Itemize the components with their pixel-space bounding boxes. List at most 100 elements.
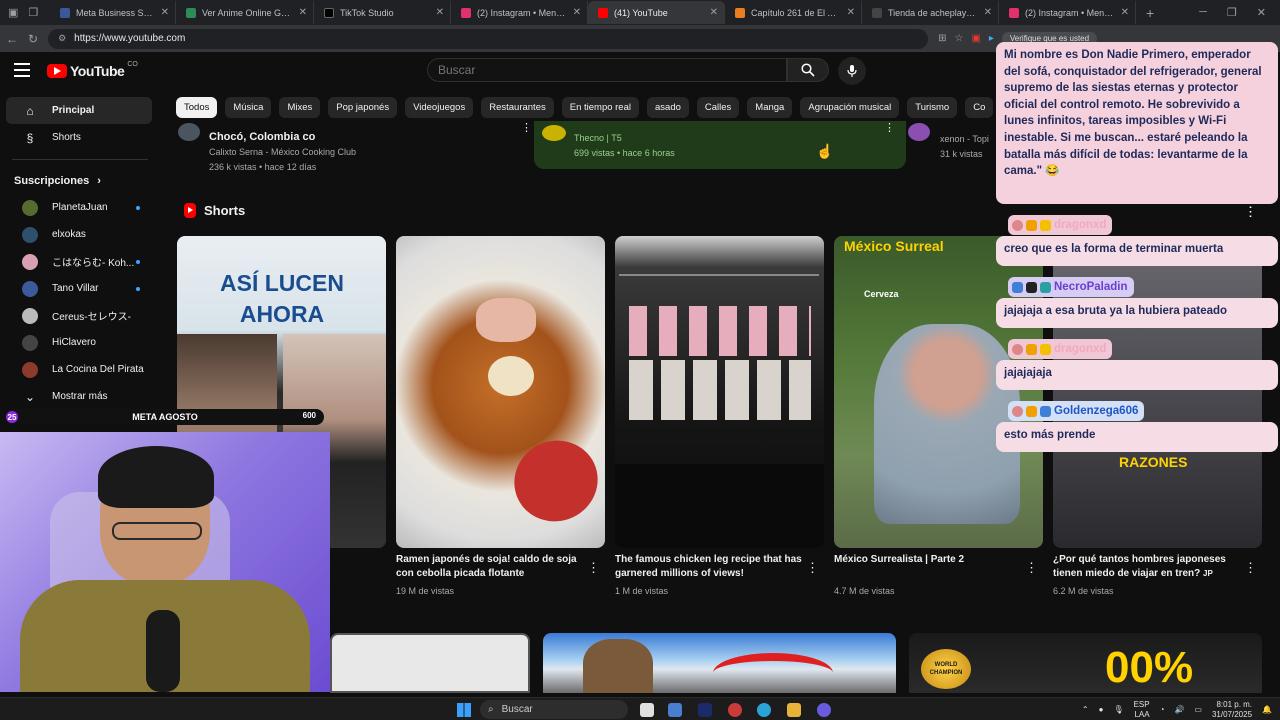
tab-7[interactable]: (2) Instagram • Mensajes ✕ xyxy=(999,1,1136,24)
video-thumbnail[interactable] xyxy=(543,633,896,693)
youtube-logo[interactable]: YouTube CO xyxy=(47,61,138,79)
app-icon[interactable] xyxy=(668,703,682,717)
short-title[interactable]: Ramen japonés de soja! caldo de soja con… xyxy=(396,553,586,581)
tab-3[interactable]: (2) Instagram • Mensajes ✕ xyxy=(451,1,588,24)
app-tray-icon[interactable]: ● xyxy=(1099,705,1104,714)
chip[interactable]: Calles xyxy=(696,97,740,118)
more-icon[interactable]: ⋮ xyxy=(1244,204,1257,220)
close-icon[interactable]: ✕ xyxy=(573,7,581,18)
short-title[interactable]: México Surrealista | Parte 2 xyxy=(834,553,1024,567)
close-icon[interactable]: ✕ xyxy=(299,7,307,18)
badge-icon xyxy=(1040,405,1051,417)
chip[interactable]: En tiempo real xyxy=(561,97,639,118)
close-icon[interactable]: ✕ xyxy=(161,7,169,18)
url-field[interactable]: ⚙ https://www.youtube.com xyxy=(48,28,929,49)
video-thumbnail[interactable] xyxy=(330,633,530,693)
more-icon[interactable]: ⋮ xyxy=(1244,560,1257,576)
photoshop-icon[interactable] xyxy=(698,703,712,717)
short-title[interactable]: ¿Por qué tantos hombres japoneses tienen… xyxy=(1053,553,1243,581)
more-icon[interactable]: ⋮ xyxy=(1025,560,1038,576)
video-meta[interactable]: xenon - Topi 31 k vistas xyxy=(940,132,989,162)
chip[interactable]: Música xyxy=(225,97,272,118)
battery-icon[interactable]: ▭ xyxy=(1194,705,1202,714)
sidebar-item-subscription[interactable]: Cereus-セレウス- xyxy=(6,302,152,329)
close-icon[interactable]: ✕ xyxy=(710,7,718,18)
back-icon[interactable]: ← xyxy=(6,32,18,46)
more-icon[interactable]: ⋮ xyxy=(521,121,532,134)
microphone xyxy=(146,610,180,692)
maximize-icon[interactable]: ❐ xyxy=(1227,6,1237,19)
chip[interactable]: Co xyxy=(965,97,994,118)
sidebar-item-shorts[interactable]: § Shorts xyxy=(6,124,152,151)
sidebar-item-subscription[interactable]: Tano Villar xyxy=(6,275,152,302)
taskbar-search[interactable]: ⌕ Buscar xyxy=(480,700,628,719)
install-icon[interactable]: ⊞ xyxy=(938,33,946,44)
short-title[interactable]: The famous chicken leg recipe that has g… xyxy=(615,553,805,581)
site-info-icon[interactable]: ⚙ xyxy=(58,33,66,44)
profile-icon[interactable]: ▣ xyxy=(8,6,18,19)
short-card[interactable] xyxy=(615,236,824,548)
sidebar-item-subscription[interactable]: La Cocina Del Pirata xyxy=(6,356,152,383)
highlighted-video[interactable]: Thecno | T5 699 vistas • hace 6 horas ⋮ … xyxy=(534,121,906,169)
video-thumbnail[interactable]: WORLD CHAMPION 00% xyxy=(909,633,1262,693)
chip[interactable]: asado xyxy=(647,97,689,118)
close-icon[interactable]: ✕ xyxy=(984,7,992,18)
wifi-icon[interactable]: ◔ xyxy=(1160,705,1165,714)
show-more-button[interactable]: ⌄ Mostrar más xyxy=(6,383,152,410)
video-meta[interactable]: Chocó, Colombia co Calixto Serna - Méxic… xyxy=(209,130,356,175)
language-indicator[interactable]: ESP LAA xyxy=(1134,700,1150,720)
notifications-icon[interactable]: 🔔 xyxy=(1262,705,1272,714)
menu-icon[interactable] xyxy=(14,63,30,77)
sidebar-item-subscription[interactable]: elxokas xyxy=(6,221,152,248)
search-button[interactable] xyxy=(787,58,829,82)
chip[interactable]: Turismo xyxy=(907,97,958,118)
bookmark-star-icon[interactable]: ☆ xyxy=(954,33,963,44)
short-card[interactable] xyxy=(396,236,605,548)
windows-start-icon[interactable] xyxy=(457,703,471,717)
extension-icon[interactable]: ▣ xyxy=(971,33,980,44)
clock[interactable]: 8:01 p. m. 31/07/2025 xyxy=(1212,700,1252,720)
tab-6[interactable]: Tienda de acheplaysworld ✕ xyxy=(862,1,999,24)
chip[interactable]: Videojuegos xyxy=(405,97,474,118)
close-icon[interactable]: ✕ xyxy=(436,7,444,18)
close-icon[interactable]: ✕ xyxy=(847,7,855,18)
close-window-icon[interactable]: ✕ xyxy=(1257,6,1266,19)
search-input[interactable] xyxy=(438,63,786,77)
tab-2[interactable]: TikTok Studio ✕ xyxy=(314,1,451,24)
chip[interactable]: Pop japonés xyxy=(328,97,398,118)
extension-icon[interactable]: ▸ xyxy=(989,33,994,44)
more-icon[interactable]: ⋮ xyxy=(587,560,600,576)
tab-groups-icon[interactable]: ❐ xyxy=(28,6,38,19)
tab-1[interactable]: Ver Anime Online Gratis en ✕ xyxy=(176,1,314,24)
chevron-up-icon[interactable]: ⌃ xyxy=(1082,705,1089,714)
edge-icon[interactable] xyxy=(757,703,771,717)
tab-4-active[interactable]: (41) YouTube ✕ xyxy=(588,1,725,24)
minimize-icon[interactable]: ─ xyxy=(1199,6,1207,19)
new-tab-button[interactable]: + xyxy=(1136,5,1164,21)
subscriptions-header[interactable]: Suscripciones › xyxy=(0,168,160,194)
chip[interactable]: Mixes xyxy=(279,97,321,118)
more-icon[interactable]: ⋮ xyxy=(806,560,819,576)
volume-icon[interactable]: 🔊 xyxy=(1174,705,1184,714)
tab-5[interactable]: Capítulo 261 de El Asesino ✕ xyxy=(725,1,862,24)
chip[interactable]: Manga xyxy=(747,97,793,118)
app-icon[interactable] xyxy=(728,703,742,717)
chip[interactable]: Agrupación musical xyxy=(800,97,900,118)
microphone-icon[interactable]: 🎙 xyxy=(1113,705,1123,714)
search-box[interactable] xyxy=(427,58,787,82)
badge-icon xyxy=(1040,219,1051,231)
task-view-icon[interactable] xyxy=(640,703,654,717)
tab-0[interactable]: Meta Business Suite ✕ xyxy=(50,1,176,24)
voice-search-button[interactable] xyxy=(838,57,866,85)
file-explorer-icon[interactable] xyxy=(787,703,801,717)
chip-todos[interactable]: Todos xyxy=(176,97,218,118)
sidebar-item-subscription[interactable]: PlanetaJuan xyxy=(6,194,152,221)
sidebar-item-principal[interactable]: ⌂ Principal xyxy=(6,97,152,124)
more-icon[interactable]: ⋮ xyxy=(884,121,895,134)
sidebar-item-subscription[interactable]: HiClavero xyxy=(6,329,152,356)
sidebar-item-subscription[interactable]: こはならむ- Koh... xyxy=(6,248,152,275)
close-icon[interactable]: ✕ xyxy=(1121,7,1129,18)
chip[interactable]: Restaurantes xyxy=(481,97,554,118)
discord-icon[interactable] xyxy=(817,703,831,717)
reload-icon[interactable]: ↻ xyxy=(28,32,38,46)
